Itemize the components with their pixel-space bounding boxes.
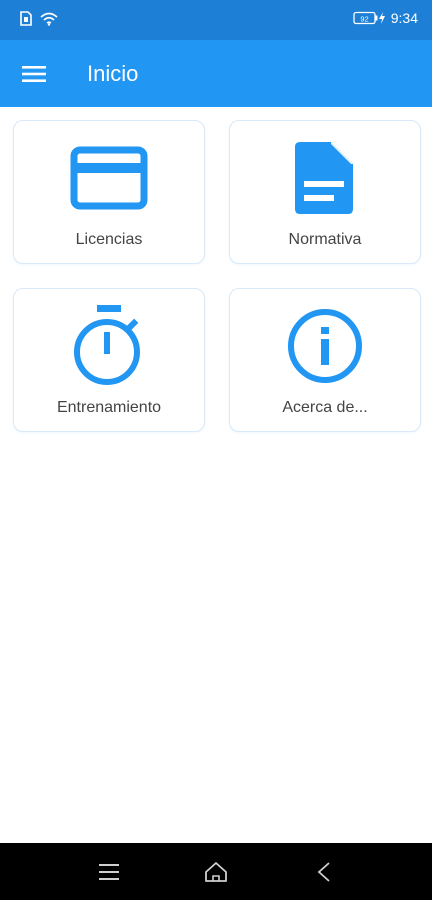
status-left-icons (20, 11, 58, 31)
card-licencias[interactable]: Licencias (13, 120, 205, 264)
battery-icon: 92 (353, 11, 385, 25)
card-label: Acerca de... (282, 399, 368, 416)
recent-apps-icon (99, 864, 119, 880)
card-label: Normativa (288, 231, 362, 248)
card-icon (14, 139, 204, 217)
card-acerca-de[interactable]: Acerca de... (229, 288, 421, 432)
card-label: Entrenamiento (56, 399, 162, 416)
system-nav-bar (0, 843, 432, 900)
info-icon (230, 307, 420, 385)
back-button[interactable] (308, 857, 340, 887)
card-entrenamiento[interactable]: Entrenamiento (13, 288, 205, 432)
menu-button[interactable] (16, 60, 52, 88)
status-bar: 92 9:34 (0, 0, 432, 40)
home-button[interactable] (200, 857, 232, 887)
status-right: 92 9:34 (353, 10, 418, 26)
card-normativa[interactable]: Normativa (229, 120, 421, 264)
app-screen: 92 9:34 Inicio Licencias Normativa Entre… (0, 0, 432, 900)
app-bar: Inicio (0, 40, 432, 107)
status-time: 9:34 (390, 10, 418, 26)
stopwatch-icon (14, 305, 204, 385)
menu-icon (22, 66, 46, 82)
wifi-icon (40, 12, 58, 31)
document-icon (230, 139, 420, 217)
page-title: Inicio (87, 61, 139, 86)
sim-icon (20, 11, 32, 31)
recent-apps-button[interactable] (93, 857, 125, 887)
home-icon (205, 862, 227, 882)
card-label: Licencias (75, 231, 143, 248)
battery-level: 92 (360, 14, 368, 23)
back-icon (317, 862, 330, 882)
